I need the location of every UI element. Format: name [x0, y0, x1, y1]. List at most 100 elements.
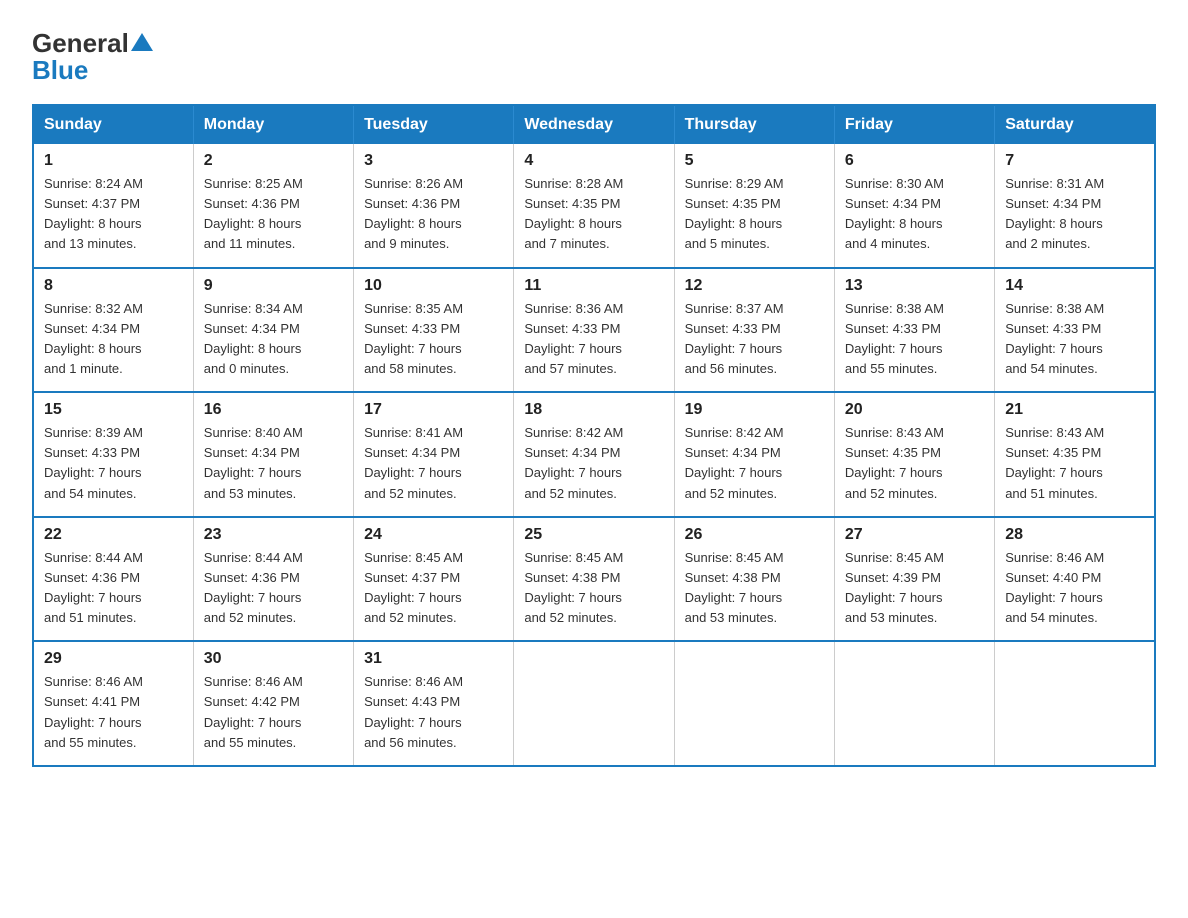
calendar-header-wednesday: Wednesday [514, 105, 674, 144]
calendar-cell: 10 Sunrise: 8:35 AM Sunset: 4:33 PM Dayli… [354, 268, 514, 393]
day-number: 5 [685, 152, 824, 170]
calendar-week-row: 22 Sunrise: 8:44 AM Sunset: 4:36 PM Dayli… [33, 517, 1155, 642]
calendar-header-saturday: Saturday [995, 105, 1155, 144]
calendar-header-row: SundayMondayTuesdayWednesdayThursdayFrid… [33, 105, 1155, 144]
calendar-cell: 24 Sunrise: 8:45 AM Sunset: 4:37 PM Dayli… [354, 517, 514, 642]
day-info: Sunrise: 8:40 AM Sunset: 4:34 PM Dayligh… [204, 423, 343, 504]
day-number: 12 [685, 277, 824, 295]
calendar-week-row: 8Sunrise: 8:32 AM Sunset: 4:34 PM Daylig… [33, 268, 1155, 393]
day-info: Sunrise: 8:46 AM Sunset: 4:41 PM Dayligh… [44, 672, 183, 753]
page-header: General Blue [32, 24, 1156, 86]
day-number: 30 [204, 650, 343, 668]
day-number: 8 [44, 277, 183, 295]
day-info: Sunrise: 8:44 AM Sunset: 4:36 PM Dayligh… [44, 548, 183, 629]
day-info: Sunrise: 8:43 AM Sunset: 4:35 PM Dayligh… [1005, 423, 1144, 504]
day-number: 14 [1005, 277, 1144, 295]
calendar-cell: 31Sunrise: 8:46 AM Sunset: 4:43 PM Dayli… [354, 641, 514, 766]
calendar-header-sunday: Sunday [33, 105, 193, 144]
day-info: Sunrise: 8:36 AM Sunset: 4:33 PM Dayligh… [524, 299, 663, 380]
calendar-week-row: 29 Sunrise: 8:46 AM Sunset: 4:41 PM Dayli… [33, 641, 1155, 766]
calendar-cell: 27 Sunrise: 8:45 AM Sunset: 4:39 PM Dayli… [834, 517, 994, 642]
day-info: Sunrise: 8:46 AM Sunset: 4:40 PM Dayligh… [1005, 548, 1144, 629]
day-number: 1 [44, 152, 183, 170]
day-number: 29 [44, 650, 183, 668]
calendar-week-row: 1 Sunrise: 8:24 AM Sunset: 4:37 PM Daylig… [33, 144, 1155, 268]
calendar-cell: 16 Sunrise: 8:40 AM Sunset: 4:34 PM Dayli… [193, 392, 353, 517]
day-number: 16 [204, 401, 343, 419]
calendar-cell: 14Sunrise: 8:38 AM Sunset: 4:33 PM Dayli… [995, 268, 1155, 393]
day-number: 17 [364, 401, 503, 419]
day-number: 28 [1005, 526, 1144, 544]
calendar-header-thursday: Thursday [674, 105, 834, 144]
day-number: 3 [364, 152, 503, 170]
day-number: 7 [1005, 152, 1144, 170]
calendar-cell: 4Sunrise: 8:28 AM Sunset: 4:35 PM Daylig… [514, 144, 674, 268]
day-number: 10 [364, 277, 503, 295]
calendar-cell: 17 Sunrise: 8:41 AM Sunset: 4:34 PM Dayli… [354, 392, 514, 517]
day-number: 23 [204, 526, 343, 544]
day-info: Sunrise: 8:42 AM Sunset: 4:34 PM Dayligh… [524, 423, 663, 504]
calendar-cell: 11 Sunrise: 8:36 AM Sunset: 4:33 PM Dayli… [514, 268, 674, 393]
calendar-cell: 22 Sunrise: 8:44 AM Sunset: 4:36 PM Dayli… [33, 517, 193, 642]
day-number: 18 [524, 401, 663, 419]
day-info: Sunrise: 8:34 AM Sunset: 4:34 PM Dayligh… [204, 299, 343, 380]
day-info: Sunrise: 8:25 AM Sunset: 4:36 PM Dayligh… [204, 174, 343, 255]
calendar-cell: 21 Sunrise: 8:43 AM Sunset: 4:35 PM Dayli… [995, 392, 1155, 517]
day-number: 22 [44, 526, 183, 544]
day-info: Sunrise: 8:41 AM Sunset: 4:34 PM Dayligh… [364, 423, 503, 504]
day-number: 13 [845, 277, 984, 295]
day-info: Sunrise: 8:45 AM Sunset: 4:38 PM Dayligh… [524, 548, 663, 629]
calendar-cell [995, 641, 1155, 766]
calendar-cell: 8Sunrise: 8:32 AM Sunset: 4:34 PM Daylig… [33, 268, 193, 393]
day-number: 26 [685, 526, 824, 544]
day-number: 21 [1005, 401, 1144, 419]
day-number: 9 [204, 277, 343, 295]
calendar-cell: 26 Sunrise: 8:45 AM Sunset: 4:38 PM Dayli… [674, 517, 834, 642]
calendar-cell: 29 Sunrise: 8:46 AM Sunset: 4:41 PM Dayli… [33, 641, 193, 766]
day-info: Sunrise: 8:44 AM Sunset: 4:36 PM Dayligh… [204, 548, 343, 629]
calendar-cell: 5 Sunrise: 8:29 AM Sunset: 4:35 PM Daylig… [674, 144, 834, 268]
logo-blue: Blue [32, 55, 88, 86]
calendar-cell: 7 Sunrise: 8:31 AM Sunset: 4:34 PM Daylig… [995, 144, 1155, 268]
day-info: Sunrise: 8:46 AM Sunset: 4:42 PM Dayligh… [204, 672, 343, 753]
calendar-cell: 30 Sunrise: 8:46 AM Sunset: 4:42 PM Dayli… [193, 641, 353, 766]
day-number: 6 [845, 152, 984, 170]
day-info: Sunrise: 8:35 AM Sunset: 4:33 PM Dayligh… [364, 299, 503, 380]
day-info: Sunrise: 8:31 AM Sunset: 4:34 PM Dayligh… [1005, 174, 1144, 255]
calendar-cell: 23 Sunrise: 8:44 AM Sunset: 4:36 PM Dayli… [193, 517, 353, 642]
calendar-cell: 18 Sunrise: 8:42 AM Sunset: 4:34 PM Dayli… [514, 392, 674, 517]
day-info: Sunrise: 8:38 AM Sunset: 4:33 PM Dayligh… [845, 299, 984, 380]
day-number: 27 [845, 526, 984, 544]
day-number: 24 [364, 526, 503, 544]
calendar-cell [834, 641, 994, 766]
calendar-cell: 15 Sunrise: 8:39 AM Sunset: 4:33 PM Dayli… [33, 392, 193, 517]
day-number: 15 [44, 401, 183, 419]
logo: General Blue [32, 24, 153, 86]
calendar-header-monday: Monday [193, 105, 353, 144]
day-number: 11 [524, 277, 663, 295]
day-number: 19 [685, 401, 824, 419]
day-number: 4 [524, 152, 663, 170]
day-info: Sunrise: 8:42 AM Sunset: 4:34 PM Dayligh… [685, 423, 824, 504]
calendar-cell: 28 Sunrise: 8:46 AM Sunset: 4:40 PM Dayli… [995, 517, 1155, 642]
day-info: Sunrise: 8:26 AM Sunset: 4:36 PM Dayligh… [364, 174, 503, 255]
calendar-cell: 20Sunrise: 8:43 AM Sunset: 4:35 PM Dayli… [834, 392, 994, 517]
day-info: Sunrise: 8:45 AM Sunset: 4:38 PM Dayligh… [685, 548, 824, 629]
calendar-cell: 9 Sunrise: 8:34 AM Sunset: 4:34 PM Daylig… [193, 268, 353, 393]
calendar-cell: 6 Sunrise: 8:30 AM Sunset: 4:34 PM Daylig… [834, 144, 994, 268]
calendar-cell [674, 641, 834, 766]
day-info: Sunrise: 8:39 AM Sunset: 4:33 PM Dayligh… [44, 423, 183, 504]
day-info: Sunrise: 8:45 AM Sunset: 4:37 PM Dayligh… [364, 548, 503, 629]
day-number: 25 [524, 526, 663, 544]
calendar-cell: 25 Sunrise: 8:45 AM Sunset: 4:38 PM Dayli… [514, 517, 674, 642]
day-info: Sunrise: 8:30 AM Sunset: 4:34 PM Dayligh… [845, 174, 984, 255]
calendar-table: SundayMondayTuesdayWednesdayThursdayFrid… [32, 104, 1156, 767]
day-info: Sunrise: 8:29 AM Sunset: 4:35 PM Dayligh… [685, 174, 824, 255]
calendar-cell: 19 Sunrise: 8:42 AM Sunset: 4:34 PM Dayli… [674, 392, 834, 517]
day-info: Sunrise: 8:43 AM Sunset: 4:35 PM Dayligh… [845, 423, 984, 504]
calendar-header-friday: Friday [834, 105, 994, 144]
day-info: Sunrise: 8:46 AM Sunset: 4:43 PM Dayligh… [364, 672, 503, 753]
day-info: Sunrise: 8:45 AM Sunset: 4:39 PM Dayligh… [845, 548, 984, 629]
logo-icon [131, 31, 153, 53]
day-info: Sunrise: 8:24 AM Sunset: 4:37 PM Dayligh… [44, 174, 183, 255]
